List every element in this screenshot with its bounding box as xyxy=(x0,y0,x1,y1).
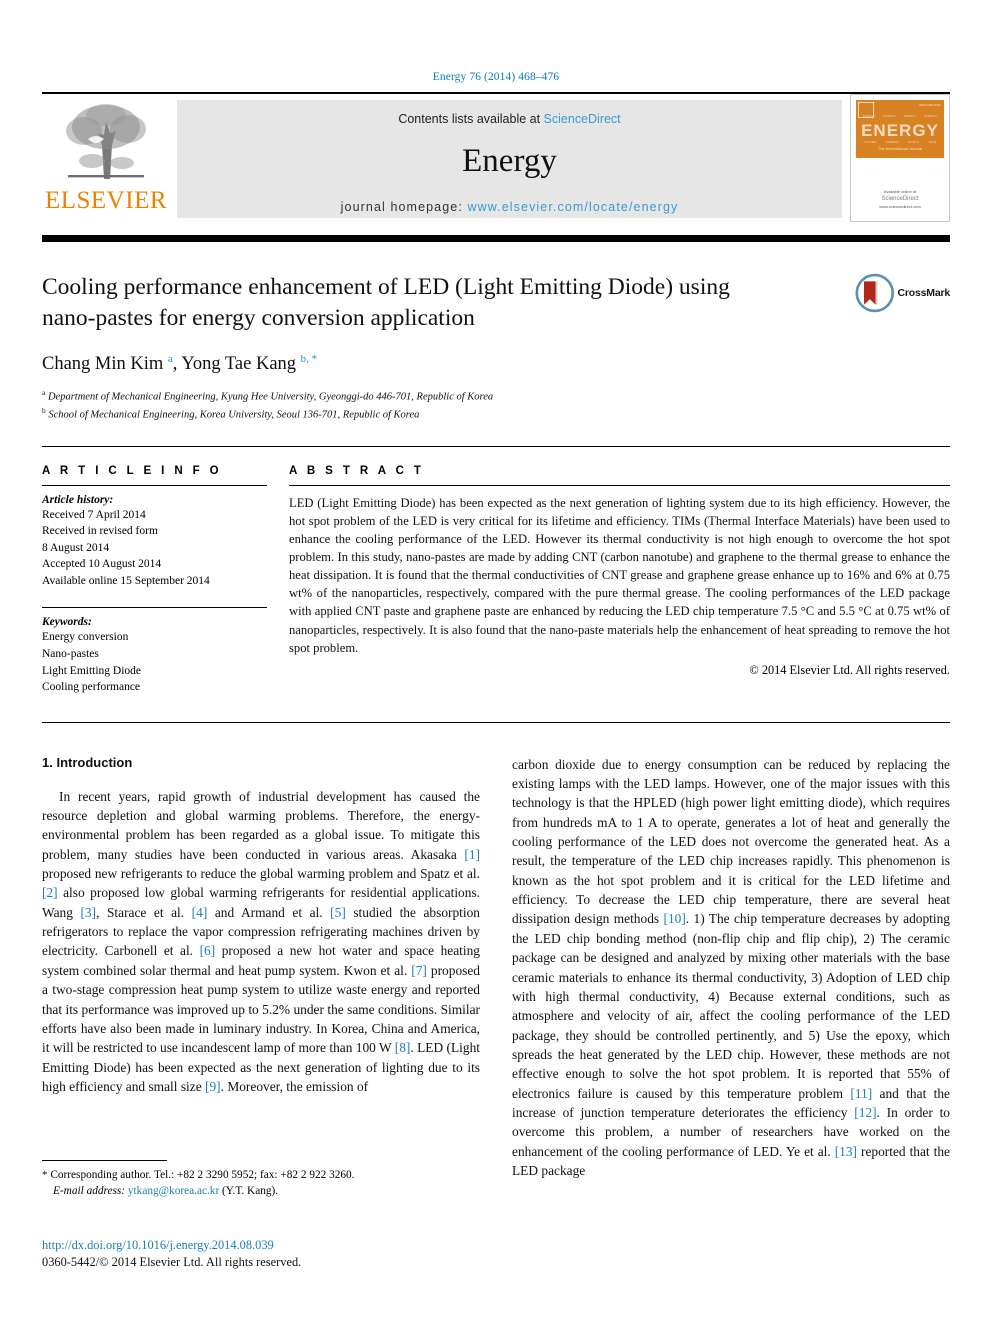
homepage-url-link[interactable]: www.elsevier.com/locate/energy xyxy=(467,200,678,214)
abstract-heading: A B S T R A C T xyxy=(289,464,425,477)
history-item: Received 7 April 2014 xyxy=(42,508,146,521)
elsevier-tree-icon xyxy=(66,104,146,179)
page-footer: http://dx.doi.org/10.1016/j.energy.2014.… xyxy=(42,1237,482,1270)
keywords-label: Keywords: xyxy=(42,616,92,629)
section-heading-introduction: 1. Introduction xyxy=(42,754,133,770)
body-paragraph: carbon dioxide due to energy consumption… xyxy=(512,756,950,1179)
issn-copyright-line: 0360-5442/© 2014 Elsevier Ltd. All right… xyxy=(42,1254,302,1269)
history-item: Received in revised form xyxy=(42,525,158,538)
body-column-right: carbon dioxide due to energy consumption… xyxy=(512,755,950,1181)
journal-cover-thumbnail: ISSN 0360-5442 ENERGY ENERGY ENERGY ENER… xyxy=(850,94,950,222)
cover-top-label: ENERGY xyxy=(924,114,938,118)
crossmark-icon xyxy=(855,273,895,313)
elsevier-wordmark: ELSEVIER xyxy=(44,187,168,214)
journal-masthead: ELSEVIER Contents lists available at Sci… xyxy=(42,92,950,226)
copyright-notice: © 2014 Elsevier Ltd. All rights reserved… xyxy=(749,662,950,677)
keywords-rule xyxy=(42,607,267,609)
article-history-list: Received 7 April 2014 Received in revise… xyxy=(42,507,267,590)
history-item: 8 August 2014 xyxy=(42,541,110,554)
authors-text: Chang Min Kim a, Yong Tae Kang b, * xyxy=(42,353,318,375)
cover-second-labels: VOLUME NUMBER MONTH YEAR xyxy=(859,140,941,144)
title-area: Cooling performance enhancement of LED (… xyxy=(42,272,950,334)
elsevier-logo: ELSEVIER xyxy=(42,94,170,226)
cover-top-label: ENERGY xyxy=(883,114,897,118)
journal-homepage-line: journal homepage: www.elsevier.com/locat… xyxy=(341,200,679,214)
affiliation-list: a Department of Mechanical Engineering, … xyxy=(42,387,950,424)
cover-subtitle: The International Journal xyxy=(877,146,923,151)
affiliation-item: b School of Mechanical Engineering, Kore… xyxy=(42,405,950,423)
article-info-heading: A R T I C L E I N F O xyxy=(42,464,223,477)
cover-issn: ISSN 0360-5442 xyxy=(918,103,941,107)
keyword-item: Cooling performance xyxy=(42,681,141,694)
crossmark-label: CrossMark xyxy=(897,287,951,299)
journal-banner: Contents lists available at ScienceDirec… xyxy=(177,100,842,218)
sciencedirect-link[interactable]: ScienceDirect xyxy=(544,112,621,126)
history-item: Available online 15 September 2014 xyxy=(42,574,210,587)
contents-prefix: Contents lists available at xyxy=(398,112,544,126)
crossmark-badge[interactable]: CrossMark xyxy=(855,270,950,316)
cover-row2-label: YEAR xyxy=(928,140,937,144)
affiliation-item: a Department of Mechanical Engineering, … xyxy=(42,387,950,405)
body-paragraph: In recent years, rapid growth of industr… xyxy=(42,788,480,1094)
cover-inner: ISSN 0360-5442 ENERGY ENERGY ENERGY ENER… xyxy=(856,100,944,216)
author-list: Chang Min Kim a, Yong Tae Kang b, * xyxy=(42,353,950,375)
cover-row2-label: MONTH xyxy=(907,140,919,144)
affiliation-marker: a xyxy=(42,388,46,398)
cover-title: ENERGY xyxy=(861,121,939,140)
keyword-item: Nano-pastes xyxy=(42,647,99,660)
cover-row2-label: NUMBER xyxy=(885,140,899,144)
cover-footer-url: www.sciencedirect.com xyxy=(879,204,921,209)
abstract-rule xyxy=(289,484,950,486)
article-info-column: A R T I C L E I N F O Article history: R… xyxy=(42,465,289,696)
cover-top-labels: ENERGY ENERGY ENERGY ENERGY xyxy=(859,114,941,118)
affiliation-marker: b xyxy=(42,406,46,416)
journal-title: Energy xyxy=(462,143,557,179)
abstract-bottom-rule xyxy=(42,721,950,723)
info-abstract-region: A R T I C L E I N F O Article history: R… xyxy=(42,447,950,696)
cover-footer: Available online at ScienceDirect www.sc… xyxy=(856,189,944,210)
homepage-prefix: journal homepage: xyxy=(340,200,468,214)
keyword-item: Energy conversion xyxy=(42,631,129,644)
footnote-rule xyxy=(42,1159,167,1161)
keywords-list: Energy conversion Nano-pastes Light Emit… xyxy=(42,629,267,695)
cover-row2-label: VOLUME xyxy=(863,140,877,144)
affiliation-text: School of Mechanical Engineering, Korea … xyxy=(48,409,420,421)
contents-available-line: Contents lists available at ScienceDirec… xyxy=(398,112,620,126)
cover-top-label: ENERGY xyxy=(862,114,876,118)
affiliation-text: Department of Mechanical Engineering, Ky… xyxy=(47,391,494,403)
body-column-left: 1. Introduction In recent years, rapid g… xyxy=(42,754,480,1197)
abstract-text: LED (Light Emitting Diode) has been expe… xyxy=(289,495,950,655)
doi-link[interactable]: http://dx.doi.org/10.1016/j.energy.2014.… xyxy=(42,1237,482,1254)
cover-top-label: ENERGY xyxy=(903,114,917,118)
keyword-item: Light Emitting Diode xyxy=(42,664,142,677)
history-item: Accepted 10 August 2014 xyxy=(42,558,162,571)
running-head: Energy 76 (2014) 468–476 xyxy=(432,71,560,83)
page-title: Cooling performance enhancement of LED (… xyxy=(42,274,730,332)
body-columns: 1. Introduction In recent years, rapid g… xyxy=(42,754,950,1197)
masthead-bottom-rule xyxy=(42,235,950,242)
footnote-text: * Corresponding author. Tel.: +82 2 3290… xyxy=(42,1168,355,1198)
article-history-label: Article history: xyxy=(42,493,114,506)
article-info-rule xyxy=(42,484,267,486)
cover-footer-brand: ScienceDirect xyxy=(881,196,919,202)
abstract-column: A B S T R A C T LED (Light Emitting Diod… xyxy=(289,465,950,696)
corresponding-author-footnote: * Corresponding author. Tel.: +82 2 3290… xyxy=(42,1159,480,1200)
article-page: Energy 76 (2014) 468–476 ELSEVIER Conten… xyxy=(0,0,992,1323)
